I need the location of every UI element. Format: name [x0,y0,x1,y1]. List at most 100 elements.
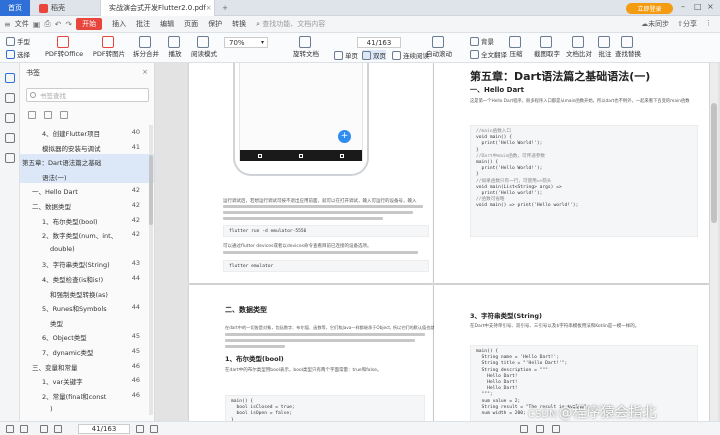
dock-icon[interactable] [20,425,28,433]
search-placeholder: 查找功能、文档内容 [262,20,326,28]
minimize-icon[interactable]: – [681,2,685,11]
bookmark-item[interactable]: 4、类型检查(is和is!) 44 [20,271,154,286]
save-icon[interactable]: ▣ [33,20,41,29]
bookmark-item[interactable]: 3、字符串类型(String) 43 [20,256,154,271]
delete-bookmark-icon[interactable] [44,111,52,119]
sidebar-scrollbar[interactable] [149,125,153,415]
bookmark-item[interactable]: 模拟器的安装与调试 41 [20,140,154,155]
page-number-input[interactable]: 41/163 [357,37,401,48]
text-line [223,217,383,220]
new-tab-button[interactable]: + [218,0,232,16]
bookmark-item[interactable]: 语法(一) [20,168,154,184]
menu-edit[interactable]: 编辑 [160,19,174,29]
print-icon[interactable]: ⎙ [44,19,50,29]
document-scroll-thumb[interactable] [711,103,717,223]
bookmark-item[interactable]: 5、Runes和Symbols 44 [20,300,154,315]
single-page-button[interactable]: 单页 [334,50,358,60]
rotate-button[interactable]: 旋转文档 [290,36,322,58]
bookmark-label: 语法(一) [42,173,67,182]
login-button[interactable]: 立即登录 [626,3,673,14]
bookmark-icon[interactable] [5,73,15,83]
bookmark-item[interactable]: ) [20,402,154,417]
prev-page-icon[interactable] [54,425,62,433]
undo-icon[interactable]: ↶ [55,20,62,29]
comment-icon[interactable] [5,113,15,123]
status-page-input[interactable]: 41/163 [78,424,130,434]
split-merge-button[interactable]: 拆分合并 [131,36,161,58]
text-compare-button[interactable]: 文档比对 [563,36,595,58]
auto-scroll-button[interactable]: 自动滚动 [424,36,454,58]
double-view-icon[interactable] [552,425,560,433]
close-window-icon[interactable]: × [707,2,714,11]
document-view[interactable]: + 运行调试后，若想运行调试可按不退出应用前面，就可以在打开调试，输入可运行的设… [155,63,720,421]
first-page-icon[interactable] [40,425,48,433]
menu-file[interactable]: 文件 [15,19,29,29]
menu-protect[interactable]: 保护 [208,19,222,29]
pdf-to-image-button[interactable]: PDF转图片 [90,36,128,58]
compress-button[interactable]: 压缩 [507,36,525,58]
sidebar-scroll-thumb[interactable] [149,155,153,225]
play-button[interactable]: 播放 [166,36,184,58]
menu-insert[interactable]: 插入 [112,19,126,29]
find-replace-button[interactable]: 查找替换 [612,36,644,58]
bookmark-item[interactable]: 1、布尔类型(bool) 42 [20,213,154,228]
screenshot-button[interactable]: 截图取字 [531,36,563,58]
bg-label: 背景 [481,38,494,46]
bookmark-item[interactable]: 4、创建Flutter项目 40 [20,125,154,140]
bookmark-item[interactable]: 7、dynamic类型 45 [20,344,154,359]
bookmark-search-input[interactable]: 书签查找 [26,88,149,102]
menu-convert[interactable]: 转换 [232,19,246,29]
eye-icon[interactable] [520,425,528,433]
single-view-icon[interactable] [536,425,544,433]
zoom-value: 70% [229,38,245,47]
bookmark-item[interactable]: 一、Hello Dart 42 [20,183,154,198]
fulltext-translate-button[interactable]: 全文翻译 [470,49,507,59]
hand-tool-button[interactable]: 手型 [6,36,30,46]
double-page-button[interactable]: 双页 [362,50,386,60]
tab-active-document[interactable]: 实战演会式开发Flutter2.0.pdf × [100,0,215,16]
next-page-icon[interactable] [136,425,144,433]
function-search-input[interactable]: ⌕ 查找功能、文档内容 [256,19,325,29]
bookmark-item[interactable]: 1、var关键字 46 [20,373,154,388]
bookmark-item[interactable]: 2、常量(final和const 46 [20,388,154,403]
menu-comment[interactable]: 批注 [136,19,150,29]
code-block-main: //main函数入口 void main() { print('Hello Wor… [470,125,698,237]
select-tool-button[interactable]: 选择 [6,49,30,59]
read-mode-button[interactable]: 阅读模式 [188,36,220,58]
add-bookmark-icon[interactable] [28,111,36,119]
translate-label: 全文翻译 [481,51,507,59]
status-bar: 41/163 [0,421,720,435]
close-tab-icon[interactable]: × [206,4,212,12]
document-scrollbar[interactable] [710,63,718,421]
search-panel-icon[interactable] [5,153,15,163]
bookmark-label: 类型 [50,319,63,328]
bookmark-item[interactable]: double) [20,242,154,257]
bookmark-item[interactable]: 6、Object类型 45 [20,329,154,344]
menu-start[interactable]: 开始 [76,18,103,30]
sidebar-toggle-icon[interactable] [6,425,14,433]
bookmark-item[interactable]: 二、数据类型 42 [20,198,154,213]
bookmark-item[interactable]: 三、变量和常量 46 [20,359,154,374]
bookmark-item[interactable]: 类型 [20,315,154,330]
expand-icon[interactable] [60,111,68,119]
more-icon[interactable]: ⋮ [705,19,712,29]
thumbnail-icon[interactable] [5,93,15,103]
zoom-select[interactable]: 70% ▾ [224,37,268,48]
pdf-to-office-button[interactable]: PDF转Office [45,36,83,58]
background-button[interactable]: 背景 [470,36,494,46]
attachment-icon[interactable] [5,133,15,143]
tab-docer[interactable]: 稻壳 [34,0,98,16]
last-page-icon[interactable] [150,425,158,433]
code-line: void main() => print('Hello world!'); [476,203,579,209]
share-button[interactable]: ⇧分享 [677,19,697,29]
menu-icon[interactable]: ≡ [4,20,11,29]
bookmark-item[interactable]: 第五章：Dart语法篇之基础 [20,154,154,169]
bookmark-item[interactable]: 2、数字类型(num、int、 42 [20,227,154,242]
close-panel-icon[interactable]: × [142,68,148,76]
menu-page[interactable]: 页面 [184,19,198,29]
bookmark-item[interactable]: 和强制类型转换(as) [20,286,154,301]
redo-icon[interactable]: ↷ [65,20,72,29]
sync-button[interactable]: ☁未同步 [641,19,669,29]
tab-home[interactable]: 首页 [0,0,30,16]
maximize-icon[interactable]: □ [694,2,702,11]
